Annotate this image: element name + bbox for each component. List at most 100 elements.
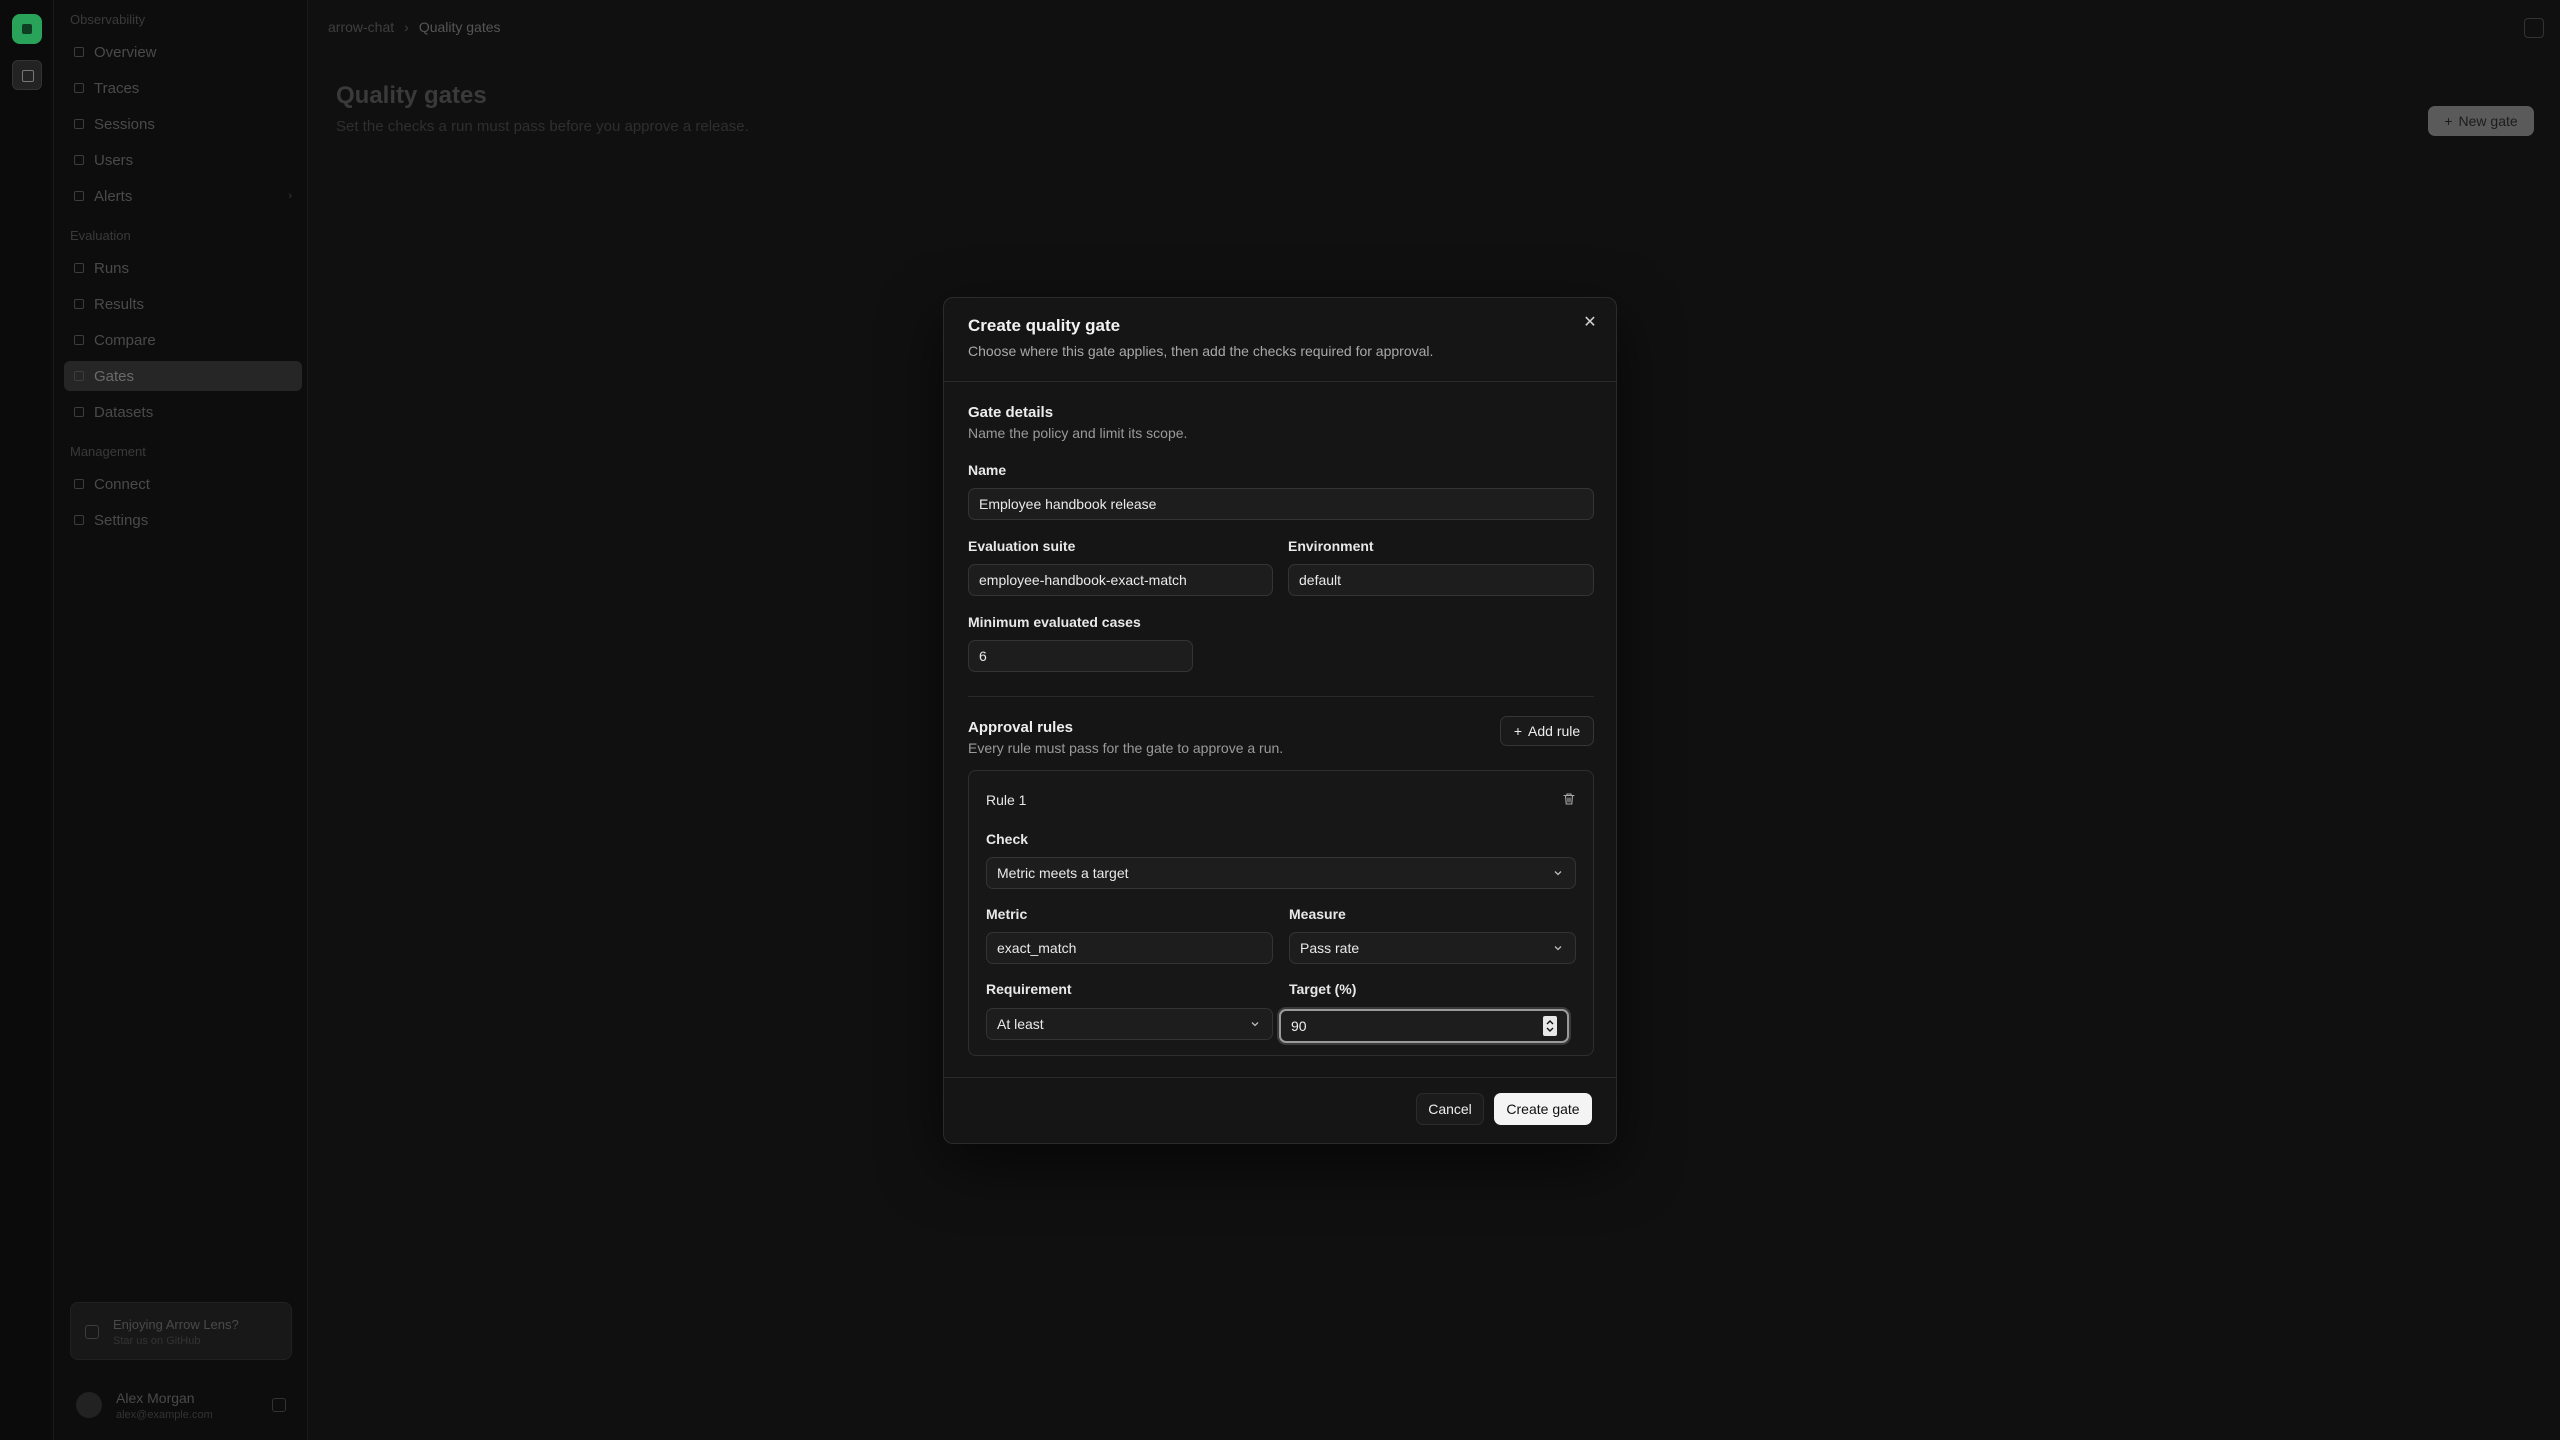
panel-toggle-icon[interactable]	[2524, 18, 2544, 38]
cancel-button[interactable]: Cancel	[1416, 1093, 1484, 1125]
sidebar-item-label: Sessions	[94, 115, 155, 133]
sidebar-item-sessions[interactable]: Sessions	[64, 109, 302, 139]
new-gate-button[interactable]: + New gate	[2428, 106, 2534, 136]
sidebar-item-results[interactable]: Results	[64, 289, 302, 319]
approval-rules-description: Every rule must pass for the gate to app…	[968, 740, 1284, 756]
breadcrumb-project[interactable]: arrow-chat	[328, 19, 394, 35]
environment-input[interactable]	[1288, 564, 1594, 596]
sidebar-item-label: Overview	[94, 43, 157, 61]
results-icon	[74, 299, 84, 309]
gate-details-title: Gate details	[968, 404, 1054, 421]
check-label: Check	[986, 831, 1029, 847]
requirement-select[interactable]: At least	[986, 1008, 1273, 1040]
dialog-description: Choose where this gate applies, then add…	[968, 343, 1434, 359]
plus-icon: +	[1513, 723, 1523, 739]
sidebar-item-datasets[interactable]: Datasets	[64, 397, 302, 427]
compare-icon	[74, 335, 84, 345]
number-stepper-icon[interactable]	[1543, 1016, 1557, 1036]
sidebar-item-compare[interactable]: Compare	[64, 325, 302, 355]
sidebar-item-gates[interactable]: Gates	[64, 361, 302, 391]
breadcrumb: arrow-chat › Quality gates	[328, 19, 501, 35]
chevron-down-icon	[1551, 941, 1565, 955]
sidebar-item-label: Users	[94, 151, 134, 169]
user-menu-icon	[272, 1398, 286, 1412]
plus-icon: +	[2444, 113, 2453, 129]
check-select[interactable]: Metric meets a target	[986, 857, 1576, 889]
environment-label: Environment	[1288, 538, 1374, 554]
create-gate-dialog: Create quality gate Choose where this ga…	[943, 297, 1617, 1144]
user-menu[interactable]: Alex Morgan alex@example.com	[70, 1384, 292, 1428]
star-icon	[85, 1325, 99, 1339]
sidebar-section-management: Management	[70, 444, 146, 459]
sidebar-item-settings[interactable]: Settings	[64, 505, 302, 535]
app-rail	[0, 0, 54, 1440]
metric-input[interactable]	[986, 932, 1273, 964]
metric-label: Metric	[986, 906, 1028, 922]
chevron-down-icon	[1551, 866, 1565, 880]
name-input[interactable]	[968, 488, 1594, 520]
sidebar-item-label: Gates	[94, 367, 135, 385]
sidebar-item-label: Compare	[94, 331, 156, 349]
sidebar-item-users[interactable]: Users	[64, 145, 302, 175]
sidebar: Observability Overview Traces Sessions U…	[54, 0, 308, 1440]
sidebar-item-label: Connect	[94, 475, 150, 493]
evaluation-suite-input[interactable]	[968, 564, 1273, 596]
sidebar-item-connect[interactable]: Connect	[64, 469, 302, 499]
app-logo[interactable]	[12, 14, 42, 44]
trash-icon[interactable]	[1559, 789, 1579, 809]
sidebar-item-label: Datasets	[94, 403, 154, 421]
rule-title: Rule 1	[986, 792, 1027, 808]
users-icon	[74, 155, 84, 165]
target-value: 90	[1291, 1018, 1307, 1034]
user-email: alex@example.com	[116, 1409, 213, 1421]
traces-icon	[74, 83, 84, 93]
sidebar-section-evaluation: Evaluation	[70, 228, 131, 243]
dialog-header: Create quality gate Choose where this ga…	[944, 298, 1616, 382]
sidebar-item-label: Settings	[94, 511, 149, 529]
add-rule-button[interactable]: + Add rule	[1500, 716, 1594, 746]
avatar	[76, 1392, 102, 1418]
evaluation-suite-label: Evaluation suite	[968, 538, 1076, 554]
overview-icon	[74, 47, 84, 57]
name-label: Name	[968, 462, 1007, 478]
datasets-icon	[74, 407, 84, 417]
target-input[interactable]: 90	[1279, 1009, 1569, 1043]
runs-icon	[74, 263, 84, 273]
sidebar-item-label: Results	[94, 295, 145, 313]
gate-details-description: Name the policy and limit its scope.	[968, 425, 1188, 441]
minimum-cases-input[interactable]	[968, 640, 1193, 672]
sidebar-item-traces[interactable]: Traces	[64, 73, 302, 103]
requirement-label: Requirement	[986, 981, 1072, 997]
user-name: Alex Morgan	[116, 1390, 195, 1406]
minimum-cases-label: Minimum evaluated cases	[968, 614, 1141, 630]
dialog-footer: Cancel Create gate	[944, 1077, 1616, 1143]
sessions-icon	[74, 119, 84, 129]
requirement-value: At least	[997, 1016, 1044, 1032]
sidebar-item-overview[interactable]: Overview	[64, 37, 302, 67]
sidebar-item-runs[interactable]: Runs	[64, 253, 302, 283]
sidebar-item-label: Alerts	[94, 187, 133, 205]
promo-title: Enjoying Arrow Lens?	[113, 1317, 239, 1332]
gates-icon	[74, 371, 84, 381]
section-divider	[968, 696, 1594, 697]
project-switcher-icon[interactable]	[12, 60, 42, 90]
sidebar-item-label: Traces	[94, 79, 140, 97]
connect-icon	[74, 479, 84, 489]
alerts-icon	[74, 191, 84, 201]
sidebar-item-alerts[interactable]: Alerts ›	[64, 181, 302, 211]
approval-rules-title: Approval rules	[968, 719, 1074, 736]
close-icon[interactable]: ✕	[1578, 310, 1602, 334]
measure-select[interactable]: Pass rate	[1289, 932, 1576, 964]
page-title: Quality gates	[336, 82, 487, 109]
promo-card[interactable]: Enjoying Arrow Lens? Star us on GitHub	[70, 1302, 292, 1360]
rule-card: Rule 1 Check Metric meets a target Metri…	[968, 770, 1594, 1056]
target-label: Target (%)	[1289, 981, 1357, 997]
create-gate-button[interactable]: Create gate	[1494, 1093, 1592, 1125]
add-rule-label: Add rule	[1528, 723, 1581, 739]
chevron-right-icon: ›	[288, 190, 292, 202]
sidebar-item-label: Runs	[94, 259, 130, 277]
measure-label: Measure	[1289, 906, 1346, 922]
new-gate-label: New gate	[2458, 113, 2518, 129]
page-subtitle: Set the checks a run must pass before yo…	[336, 118, 749, 135]
breadcrumb-current: Quality gates	[418, 19, 501, 35]
